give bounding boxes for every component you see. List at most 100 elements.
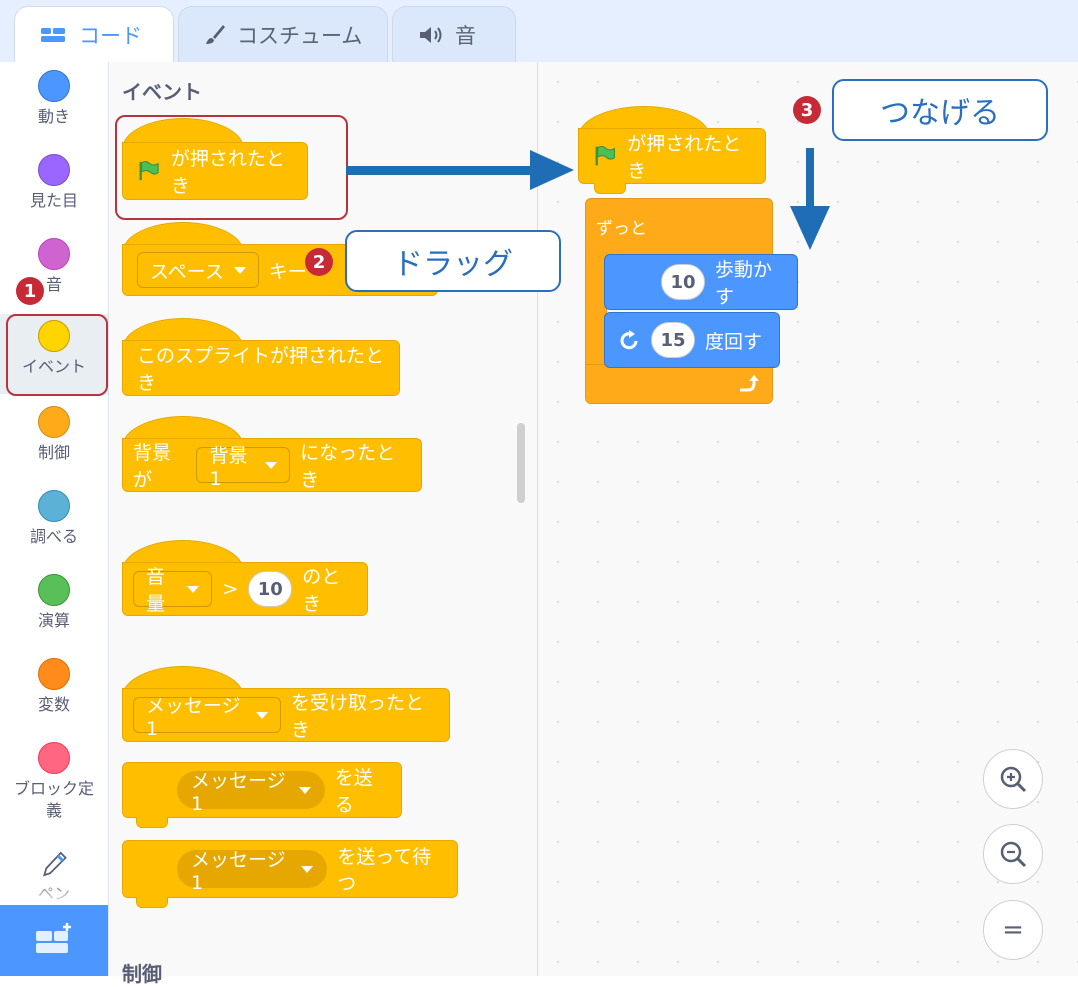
dropdown-value: メッセージ1: [191, 848, 286, 894]
dropdown-arrow-icon: [187, 585, 200, 593]
broadcast-and-wait-block[interactable]: メッセージ1 を送って待つ: [122, 840, 458, 898]
category-label: ブロック定義: [13, 779, 94, 820]
step-badge-2: 2: [305, 248, 333, 276]
category-operators[interactable]: 演算: [0, 574, 108, 632]
steps-input[interactable]: 10: [661, 264, 705, 300]
connect-arrow-icon: [790, 148, 830, 250]
sidebar-fade: [0, 880, 108, 906]
add-extension-button[interactable]: [0, 905, 108, 976]
step-badge-3: 3: [793, 96, 821, 124]
sound-color-dot: [38, 238, 70, 270]
highlight-events-category: [6, 314, 108, 396]
pen-icon: [43, 851, 67, 877]
extension-icon: [36, 923, 71, 953]
zoom-out-icon: [1000, 841, 1027, 868]
category-label: 演算: [37, 611, 70, 630]
script-when-flag-clicked-block[interactable]: が押されたとき: [578, 128, 766, 184]
operators-color-dot: [38, 574, 70, 606]
palette-scrollbar[interactable]: [517, 423, 525, 503]
block-label: 背景が: [133, 442, 172, 491]
backdrop-dropdown[interactable]: 背景1: [196, 445, 291, 490]
dropdown-arrow-icon: [255, 711, 268, 719]
palette-section-title: イベント: [122, 80, 202, 104]
message-dropdown[interactable]: メッセージ1: [177, 849, 328, 894]
when-greater-than-block[interactable]: 音量 > 10 のとき: [122, 562, 368, 616]
block-label: を送って待つ: [337, 846, 432, 895]
dropdown-value: 音量: [146, 566, 166, 615]
category-my-blocks[interactable]: ブロック定義: [0, 742, 108, 822]
category-control[interactable]: 制御: [0, 406, 108, 464]
dropdown-arrow-icon: [265, 461, 278, 469]
category-label: 音: [45, 275, 62, 294]
category-label: 見た目: [29, 191, 78, 210]
degrees-input[interactable]: 15: [651, 322, 695, 358]
number-input[interactable]: 10: [248, 571, 293, 607]
category-label: 調べる: [29, 527, 78, 546]
category-variables[interactable]: 変数: [0, 658, 108, 716]
step-badge-1: 1: [16, 277, 44, 305]
tab-code[interactable]: コード: [14, 6, 174, 63]
tab-sounds-label: 音: [455, 23, 476, 48]
category-motion[interactable]: 動き: [0, 70, 108, 128]
code-icon: [41, 28, 65, 42]
dropdown-value: 背景1: [209, 444, 248, 490]
message-dropdown[interactable]: メッセージ1: [133, 695, 281, 740]
category-looks[interactable]: 見た目: [0, 154, 108, 212]
when-backdrop-switches-block[interactable]: 背景が 背景1 になったとき: [122, 438, 422, 492]
block-label: このスプライトが押されたとき: [137, 345, 385, 394]
broadcast-block[interactable]: メッセージ1 を送る: [122, 762, 402, 818]
rotate-right-icon: [620, 330, 638, 350]
zoom-reset-button[interactable]: =: [983, 900, 1043, 960]
callout-drag: ドラッグ: [345, 230, 561, 292]
callout-connect: つなげる: [832, 79, 1048, 141]
category-label: 制御: [37, 443, 70, 462]
block-notch: [594, 183, 626, 194]
move-steps-block[interactable]: 10 歩動かす: [604, 254, 798, 310]
forever-label: ずっと: [596, 219, 647, 239]
tab-costumes[interactable]: コスチューム: [178, 6, 388, 62]
turn-degrees-block[interactable]: 15 度回す: [604, 312, 780, 368]
drag-arrow-icon: [346, 150, 574, 190]
palette-next-section-title: 制御: [122, 962, 162, 986]
dropdown-arrow-icon: [301, 865, 314, 873]
dropdown-value: メッセージ1: [146, 694, 241, 740]
green-flag-icon: [595, 145, 615, 166]
sensor-dropdown[interactable]: 音量: [133, 566, 213, 615]
block-label: を受け取ったとき: [290, 692, 424, 741]
key-dropdown[interactable]: スペース: [137, 252, 259, 288]
loop-arrow-icon: [740, 375, 759, 392]
block-label: のとき: [302, 566, 341, 615]
when-sprite-clicked-block[interactable]: このスプライトが押されたとき: [122, 340, 400, 396]
block-label: 歩動かす: [715, 259, 773, 308]
dropdown-value: スペース: [150, 260, 224, 283]
block-notch: [136, 817, 168, 828]
block-notch: [136, 897, 168, 908]
zoom-in-button[interactable]: [983, 749, 1043, 809]
category-sensing[interactable]: 調べる: [0, 490, 108, 548]
variables-color-dot: [38, 658, 70, 690]
tab-code-label: コード: [79, 24, 142, 48]
control-color-dot: [38, 406, 70, 438]
block-label: 度回す: [705, 330, 763, 353]
tab-sounds[interactable]: 音: [392, 6, 516, 62]
my-blocks-color-dot: [38, 742, 70, 774]
block-label: が押されたとき: [627, 133, 742, 182]
category-label: 変数: [37, 695, 70, 714]
brush-icon: [206, 24, 225, 44]
zoom-reset-icon: =: [1002, 915, 1024, 945]
category-label: 動き: [37, 107, 70, 126]
block-label: キー: [268, 260, 307, 283]
highlight-flag-block: [115, 115, 348, 220]
zoom-out-button[interactable]: [983, 824, 1043, 884]
looks-color-dot: [38, 154, 70, 186]
when-i-receive-block[interactable]: メッセージ1 を受け取ったとき: [122, 688, 450, 742]
motion-color-dot: [38, 70, 70, 102]
message-dropdown[interactable]: メッセージ1: [177, 770, 325, 815]
dropdown-arrow-icon: [233, 266, 246, 274]
dropdown-value: メッセージ1: [191, 769, 286, 815]
dropdown-arrow-icon: [298, 786, 311, 794]
sensing-color-dot: [38, 490, 70, 522]
block-label: になったとき: [300, 442, 396, 491]
zoom-in-icon: [1000, 766, 1027, 793]
operator-label: >: [222, 578, 239, 600]
